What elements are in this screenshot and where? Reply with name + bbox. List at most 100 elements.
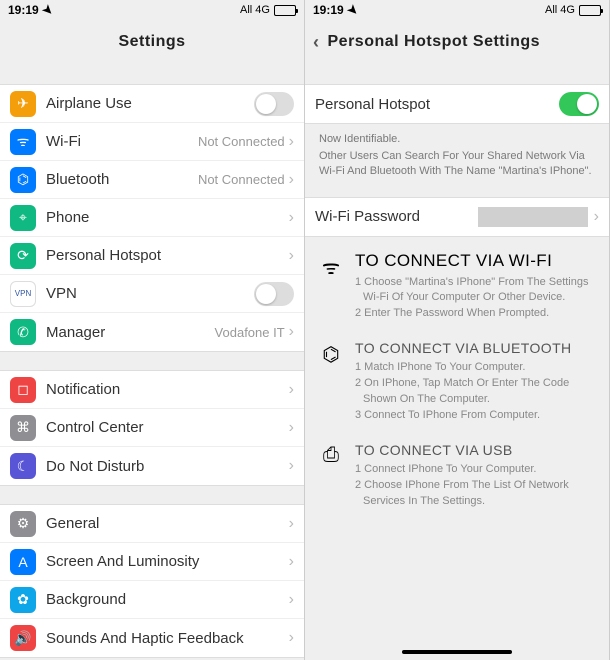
row-label: VPN [46,285,254,302]
settings-list: ✈ Airplane Use ᯤ Wi-FiNot Connected › ⌬ Blueto… [0,64,304,658]
settings-row-phone[interactable]: ⌖Phone› [0,199,304,237]
row-label: Screen And Luminosity [46,553,289,570]
wifi-password-row[interactable]: Wi-Fi Password › [305,198,609,236]
hotspot-toggle[interactable] [559,92,599,116]
hotspot-toggle-group: Personal Hotspot [305,84,609,124]
battery-icon [579,5,601,16]
row-label: Do Not Disturb [46,458,289,475]
chevron-right-icon: › [594,208,599,226]
nav-back-label: Personal Hotspot Settings [328,33,541,51]
help-step: 1 Choose "Martina's IPhone" From The Set… [355,275,595,307]
hotspot-icon: ⟳ [10,243,36,269]
settings-row-control-center[interactable]: ⌘ Control Center› [0,409,304,447]
chevron-right-icon: › [289,591,294,609]
hotspot-pane: 19:19 ➤ All 4G ‹ Personal Hotspot Settin… [305,0,610,660]
wifi-icon: ᯤ [319,251,343,323]
row-label: Background [46,591,289,608]
row-label: Airplane Use [46,95,254,112]
row-label: Sounds And Haptic Feedback [46,630,289,647]
settings-row-notification[interactable]: ◻ Notification› [0,371,304,409]
status-bar: 19:19 ➤ All 4G [0,0,304,20]
dnd-icon: ☾ [10,453,36,479]
help-body: TO CONNECT VIA USB 1 Connect IPhone To Yo… [355,442,595,510]
settings-row-general[interactable]: ⚙General› [0,505,304,543]
wifi-password-label: Wi-Fi Password [315,208,478,225]
settings-row-screen-and-luminosity[interactable]: A Screen And Luminosity› [0,543,304,581]
display-icon: A [10,549,36,575]
settings-row-airplane-use[interactable]: ✈ Airplane Use [0,85,304,123]
hotspot-toggle-label: Personal Hotspot [315,96,559,113]
airplane-icon: ✈ [10,91,36,117]
vpn-icon: VPN [10,281,36,307]
nav-back[interactable]: ‹ Personal Hotspot Settings [305,20,609,64]
help-title: TO CONNECT VIA USB [355,442,595,458]
status-network: All 4G [240,4,270,16]
help-sections: ᯤ TO CONNECT VIA WI-FI 1 Choose "Martina's… [305,237,609,514]
wifi-password-value [478,207,588,227]
row-label: Manager [46,324,215,341]
help-step: 2 On IPhone, Tap Match Or Enter The Code… [355,376,595,408]
hotspot-note-body: Other Users Can Search For Your Shared N… [319,149,595,179]
chevron-right-icon: › [289,553,294,571]
help-step: 1 Match IPhone To Your Computer. [355,360,595,376]
row-label: Wi-Fi [46,133,198,150]
general-icon: ⚙ [10,511,36,537]
control-center-icon: ⌘ [10,415,36,441]
chevron-right-icon: › [289,381,294,399]
background-icon: ✿ [10,587,36,613]
row-label: Phone [46,209,289,226]
chevron-right-icon: › [289,419,294,437]
settings-group: ✈ Airplane Use ᯤ Wi-FiNot Connected › ⌬ Blueto… [0,84,304,352]
hotspot-note-title: Now Identifiable. [319,132,595,147]
help-step: 1 Connect IPhone To Your Computer. [355,462,595,478]
settings-group: ◻Notification›⌘Control Center›☾Do Not Di… [0,370,304,486]
password-group: Wi-Fi Password › [305,197,609,237]
wifi-icon: ᯤ [10,129,36,155]
row-label: Control Center [46,419,289,436]
help-step: 3 Connect To IPhone From Computer. [355,408,595,424]
row-detail: Not Connected [198,134,285,149]
status-time: 19:19 [313,3,344,17]
home-indicator[interactable] [402,650,512,654]
bluetooth-icon: ⌬ [10,167,36,193]
settings-row-sounds-and-haptic-feedback[interactable]: 🔊Sounds And Haptic Feedback› [0,619,304,657]
hotspot-toggle-row[interactable]: Personal Hotspot [305,85,609,123]
toggle[interactable] [254,92,294,116]
help-step: 2 Choose IPhone From The List Of Network… [355,478,595,510]
chevron-right-icon: › [289,323,294,341]
settings-row-do-not-disturb[interactable]: ☾ Do Not Disturb› [0,447,304,485]
row-detail: Vodafone IT [215,325,285,340]
settings-group: ⚙General›AScreen And Luminosity›✿Backgro… [0,504,304,658]
status-bar: 19:19 ➤ All 4G [305,0,609,20]
chevron-right-icon: › [289,209,294,227]
chevron-right-icon: › [289,247,294,265]
chevron-left-icon: ‹ [313,32,320,53]
settings-pane: 19:19 ➤ All 4G Settings ✈ Airplane Use ᯤ Wi… [0,0,305,660]
settings-row-personal-hotspot[interactable]: ⟳Personal Hotspot› [0,237,304,275]
status-time: 19:19 [8,3,39,17]
status-network: All 4G [545,4,575,16]
page-title: Settings [0,20,304,64]
help-section: ᯤ TO CONNECT VIA WI-FI 1 Choose "Martina's… [305,237,609,327]
bluetooth-icon: ⌬ [319,340,343,424]
row-label: Notification [46,381,289,398]
help-step: 2 Enter The Password When Prompted. [355,306,595,322]
settings-row-bluetooth[interactable]: ⌬BluetoothNot Connected› [0,161,304,199]
usb-icon: ⎙ [319,442,343,510]
toggle[interactable] [254,282,294,306]
help-section: ⌬ TO CONNECT VIA BLUETOOTH 1 Match IPhone … [305,326,609,428]
chevron-right-icon: › [289,133,294,151]
settings-row-wi-fi[interactable]: ᯤ Wi-FiNot Connected › [0,123,304,161]
location-icon: ➤ [39,1,56,18]
notification-icon: ◻ [10,377,36,403]
row-label: Bluetooth [46,171,198,188]
settings-row-background[interactable]: ✿ Background› [0,581,304,619]
help-title: TO CONNECT VIA BLUETOOTH [355,340,595,356]
chevron-right-icon: › [289,171,294,189]
row-label: General [46,515,289,532]
settings-row-manager[interactable]: ✆ManagerVodafone IT› [0,313,304,351]
chevron-right-icon: › [289,457,294,475]
settings-row-vpn[interactable]: VPN VPN [0,275,304,313]
help-title: TO CONNECT VIA WI-FI [355,251,595,271]
chevron-right-icon: › [289,629,294,647]
